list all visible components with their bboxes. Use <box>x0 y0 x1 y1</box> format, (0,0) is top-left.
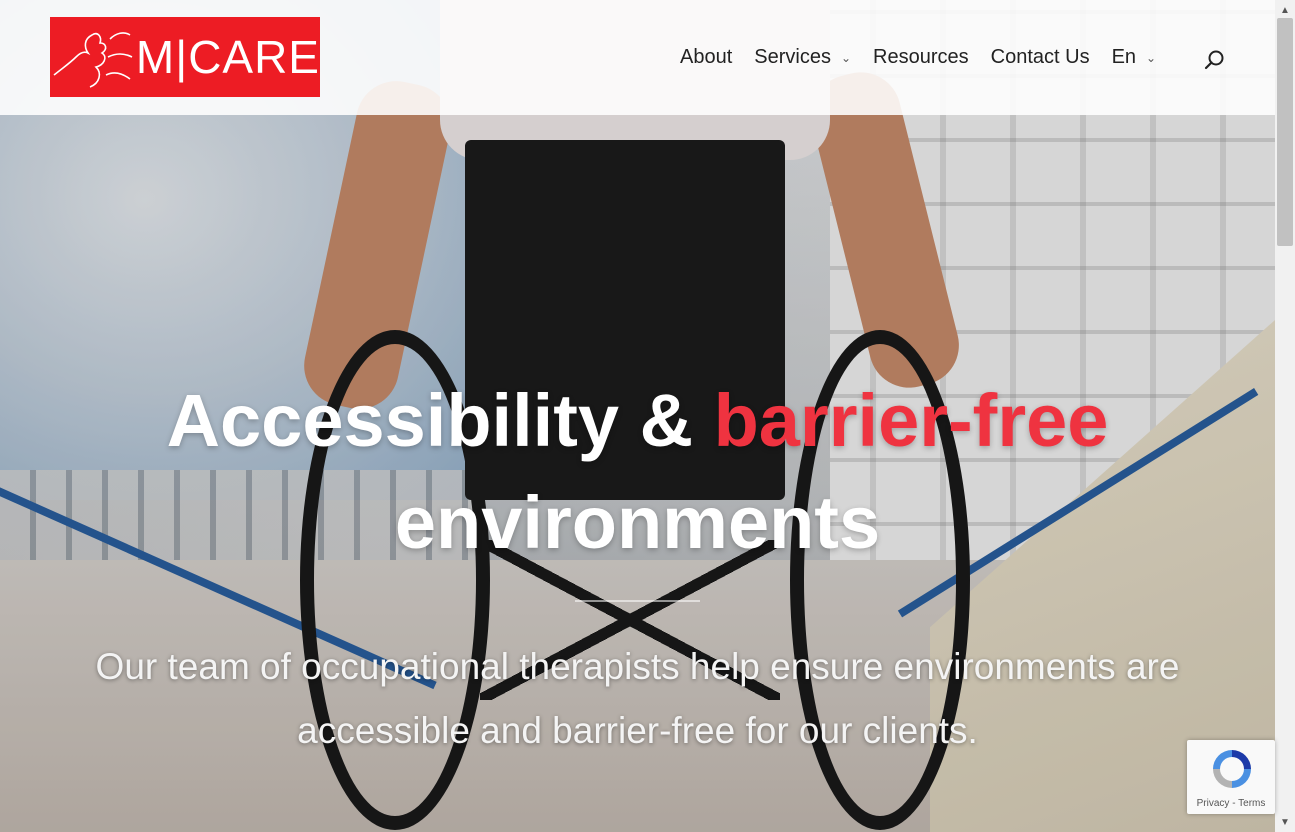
chevron-down-icon: ⌄ <box>1146 50 1157 65</box>
hero-headline: Accessibility & barrier-free environment… <box>0 370 1275 574</box>
hero-divider <box>575 600 700 602</box>
scroll-thumb[interactable] <box>1277 18 1293 246</box>
recaptcha-badge[interactable]: Privacy - Terms <box>1187 740 1275 814</box>
scroll-up-arrow-icon[interactable]: ▲ <box>1275 0 1295 20</box>
nav-item-resources[interactable]: Resources <box>873 46 969 69</box>
nav-item-label: Contact Us <box>990 46 1090 68</box>
main-nav: About Services ⌄ Resources Contact Us En… <box>680 46 1156 69</box>
headline-accent: barrier-free <box>713 379 1109 462</box>
nav-item-about[interactable]: About <box>680 46 732 69</box>
logo-text: M|CARE <box>135 31 320 83</box>
nav-item-services[interactable]: Services ⌄ <box>754 46 851 69</box>
nav-item-label: Services <box>754 46 831 68</box>
site-header: M|CARE About Services ⌄ Resources Contac… <box>0 0 1275 115</box>
hero-subtext: Our team of occupational therapists help… <box>95 646 1180 751</box>
headline-part2: environments <box>394 481 881 564</box>
recaptcha-separator: - <box>1229 798 1239 809</box>
search-icon[interactable] <box>1203 48 1227 72</box>
recaptcha-icon <box>1209 746 1255 792</box>
recaptcha-terms-link[interactable]: Terms <box>1238 798 1265 809</box>
site-logo[interactable]: M|CARE <box>50 17 320 97</box>
chevron-down-icon: ⌄ <box>840 50 852 65</box>
logo-faces-icon <box>50 17 133 97</box>
nav-item-label: About <box>680 46 733 68</box>
headline-part1: Accessibility & <box>166 379 714 462</box>
recaptcha-privacy-link[interactable]: Privacy <box>1197 798 1230 809</box>
nav-item-language[interactable]: En ⌄ <box>1112 46 1157 69</box>
scroll-down-arrow-icon[interactable]: ▼ <box>1275 812 1295 832</box>
nav-item-label: Resources <box>873 46 969 68</box>
recaptcha-links: Privacy - Terms <box>1187 798 1275 809</box>
nav-item-contact-us[interactable]: Contact Us <box>991 46 1090 69</box>
nav-item-label: En <box>1111 46 1137 68</box>
scrollbar[interactable]: ▲ ▼ <box>1275 0 1295 832</box>
